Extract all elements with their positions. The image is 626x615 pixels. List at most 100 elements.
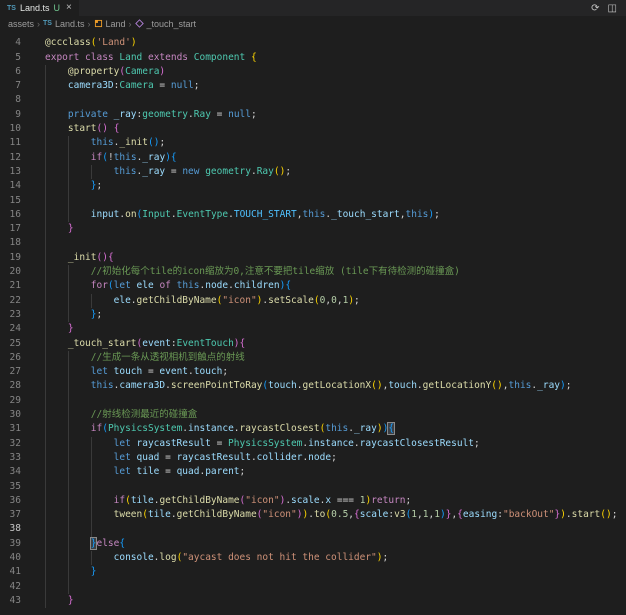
line-number[interactable]: 41 [0,565,21,579]
line-number[interactable]: 20 [0,265,21,279]
code-line[interactable]: 28 this.camera3D.screenPointToRay(touch.g… [0,379,626,394]
code-line[interactable]: 37 tween(tile.getChildByName("icon")).to(… [0,508,626,523]
code-line[interactable]: 11 this._init(); [0,136,626,151]
line-number[interactable]: 21 [0,279,21,293]
indent-guide [45,365,68,380]
indent-guide [67,565,91,580]
line-number[interactable]: 28 [0,379,21,393]
line-number[interactable]: 33 [0,451,21,465]
indent-guide [45,493,68,509]
line-number[interactable]: 16 [0,208,21,222]
line-number[interactable]: 34 [0,465,21,479]
line-number[interactable]: 6 [0,65,21,79]
code-line[interactable]: 15 [0,193,626,208]
indent-guide [67,493,91,509]
line-number[interactable]: 7 [0,79,21,93]
tab-land-ts[interactable]: TS Land.ts U × [0,0,79,16]
code-line[interactable]: 5 export class Land extends Component { [0,51,626,65]
code-text: if(tile.getChildByName("icon").scale.x =… [45,493,411,509]
line-number[interactable]: 12 [0,151,21,165]
code-line[interactable]: 42 [0,579,626,594]
line-number[interactable]: 37 [0,508,21,522]
line-number[interactable]: 26 [0,351,21,365]
code-line[interactable]: 6 @property(Camera) [0,64,626,80]
code-line[interactable]: 23}; [0,307,626,323]
code-line[interactable]: 20 //初始化每个tile的icon缩放为0,注意不要把tile缩放 (tile… [0,265,626,280]
line-number[interactable]: 19 [0,251,21,265]
code-line[interactable]: 41} [0,565,626,580]
code-line[interactable]: 39}else{ [0,536,626,551]
code-text: let tile = quad.parent; [45,465,245,480]
indent-guide [67,136,91,151]
line-number[interactable]: 35 [0,480,21,494]
code-line[interactable]: 26 //生成一条从透视相机到触点的射线 [0,350,626,366]
line-number[interactable]: 38 [0,522,21,536]
code-line[interactable]: 19 _init(){ [0,250,626,266]
code-line[interactable]: 24} [0,322,626,337]
breadcrumb-item-land[interactable]: Land [94,19,126,29]
line-number[interactable]: 40 [0,551,21,565]
code-line[interactable]: 8 [0,93,626,108]
line-number[interactable]: 23 [0,308,21,322]
code-text: _init(){ [45,250,114,266]
line-number[interactable]: 42 [0,580,21,594]
line-number[interactable]: 36 [0,494,21,508]
line-number[interactable]: 18 [0,236,21,250]
line-number[interactable]: 24 [0,322,21,336]
code-line[interactable]: 43} [0,593,626,609]
code-line[interactable]: 33 let quad = raycastResult.collider.node… [0,450,626,466]
line-number[interactable]: 10 [0,122,21,136]
code-line[interactable]: 17} [0,222,626,237]
code-editor[interactable]: 34 @ccclass('Land') 5 export class Land ext… [0,31,626,615]
code-line[interactable]: 13 this._ray = new geometry.Ray(); [0,164,626,180]
line-number[interactable]: 30 [0,408,21,422]
code-line[interactable]: 7 camera3D:Camera = null; [0,79,626,94]
line-number[interactable]: 32 [0,437,21,451]
code-line[interactable]: 27 let touch = event.touch; [0,365,626,380]
open-changes-icon[interactable]: ⟳ [591,3,599,14]
line-number[interactable]: 39 [0,537,21,551]
line-number[interactable]: 14 [0,179,21,193]
line-number[interactable]: 13 [0,165,21,179]
code-text [45,522,114,537]
breadcrumb-item--touch-start[interactable]: _touch_start [134,19,196,29]
code-line[interactable]: 31 if(PhysicsSystem.instance.raycastClose… [0,422,626,437]
breadcrumb-item-assets[interactable]: assets [8,19,34,29]
line-number[interactable]: 15 [0,194,21,208]
code-line[interactable]: 38 [0,522,626,537]
line-number[interactable]: 9 [0,108,21,122]
breadcrumb-item-land-ts[interactable]: TS Land.ts [43,19,84,29]
line-number[interactable]: 8 [0,93,21,107]
code-line[interactable]: 35 [0,479,626,494]
code-line[interactable]: 32 let raycastResult = PhysicsSystem.inst… [0,436,626,451]
code-line[interactable]: 40 console.log("aycast does not hit the c… [0,550,626,566]
line-number[interactable]: 43 [0,594,21,608]
line-number[interactable]: 22 [0,294,21,308]
code-line[interactable]: 36 if(tile.getChildByName("icon").scale.x… [0,493,626,509]
code-line[interactable]: 21 for(let ele of this.node.children){ [0,279,626,294]
code-text: let raycastResult = PhysicsSystem.instan… [45,436,480,451]
line-number[interactable]: 17 [0,222,21,236]
code-line[interactable]: 12 if(!this._ray){ [0,150,626,165]
code-line[interactable]: 18 [0,236,626,251]
code-line[interactable]: 29 [0,393,626,409]
close-icon[interactable]: × [66,3,72,13]
code-line[interactable]: 10 start() { [0,122,626,137]
line-number[interactable]: 31 [0,422,21,436]
line-number[interactable]: 5 [0,51,21,65]
line-number[interactable]: 27 [0,365,21,379]
line-number[interactable]: 25 [0,337,21,351]
code-text: this.camera3D.screenPointToRay(touch.get… [45,379,571,394]
code-line[interactable]: 16 input.on(Input.EventType.TOUCH_START,t… [0,207,626,223]
line-number[interactable]: 11 [0,136,21,150]
code-line[interactable]: 22 ele.getChildByName("icon").setScale(0,… [0,293,626,308]
code-line[interactable]: 14}; [0,179,626,194]
code-line[interactable]: 9 private _ray:geometry.Ray = null; [0,107,626,123]
code-line[interactable]: 34 let tile = quad.parent; [0,465,626,480]
line-number[interactable]: 4 [0,36,21,50]
line-number[interactable]: 29 [0,394,21,408]
split-editor-icon[interactable]: ◫ [608,3,617,14]
code-line[interactable]: 4 @ccclass('Land') [0,36,626,50]
code-line[interactable]: 30 //射线检测最近的碰撞盒 [0,408,626,423]
code-line[interactable]: 25 _touch_start(event:EventTouch){ [0,336,626,351]
